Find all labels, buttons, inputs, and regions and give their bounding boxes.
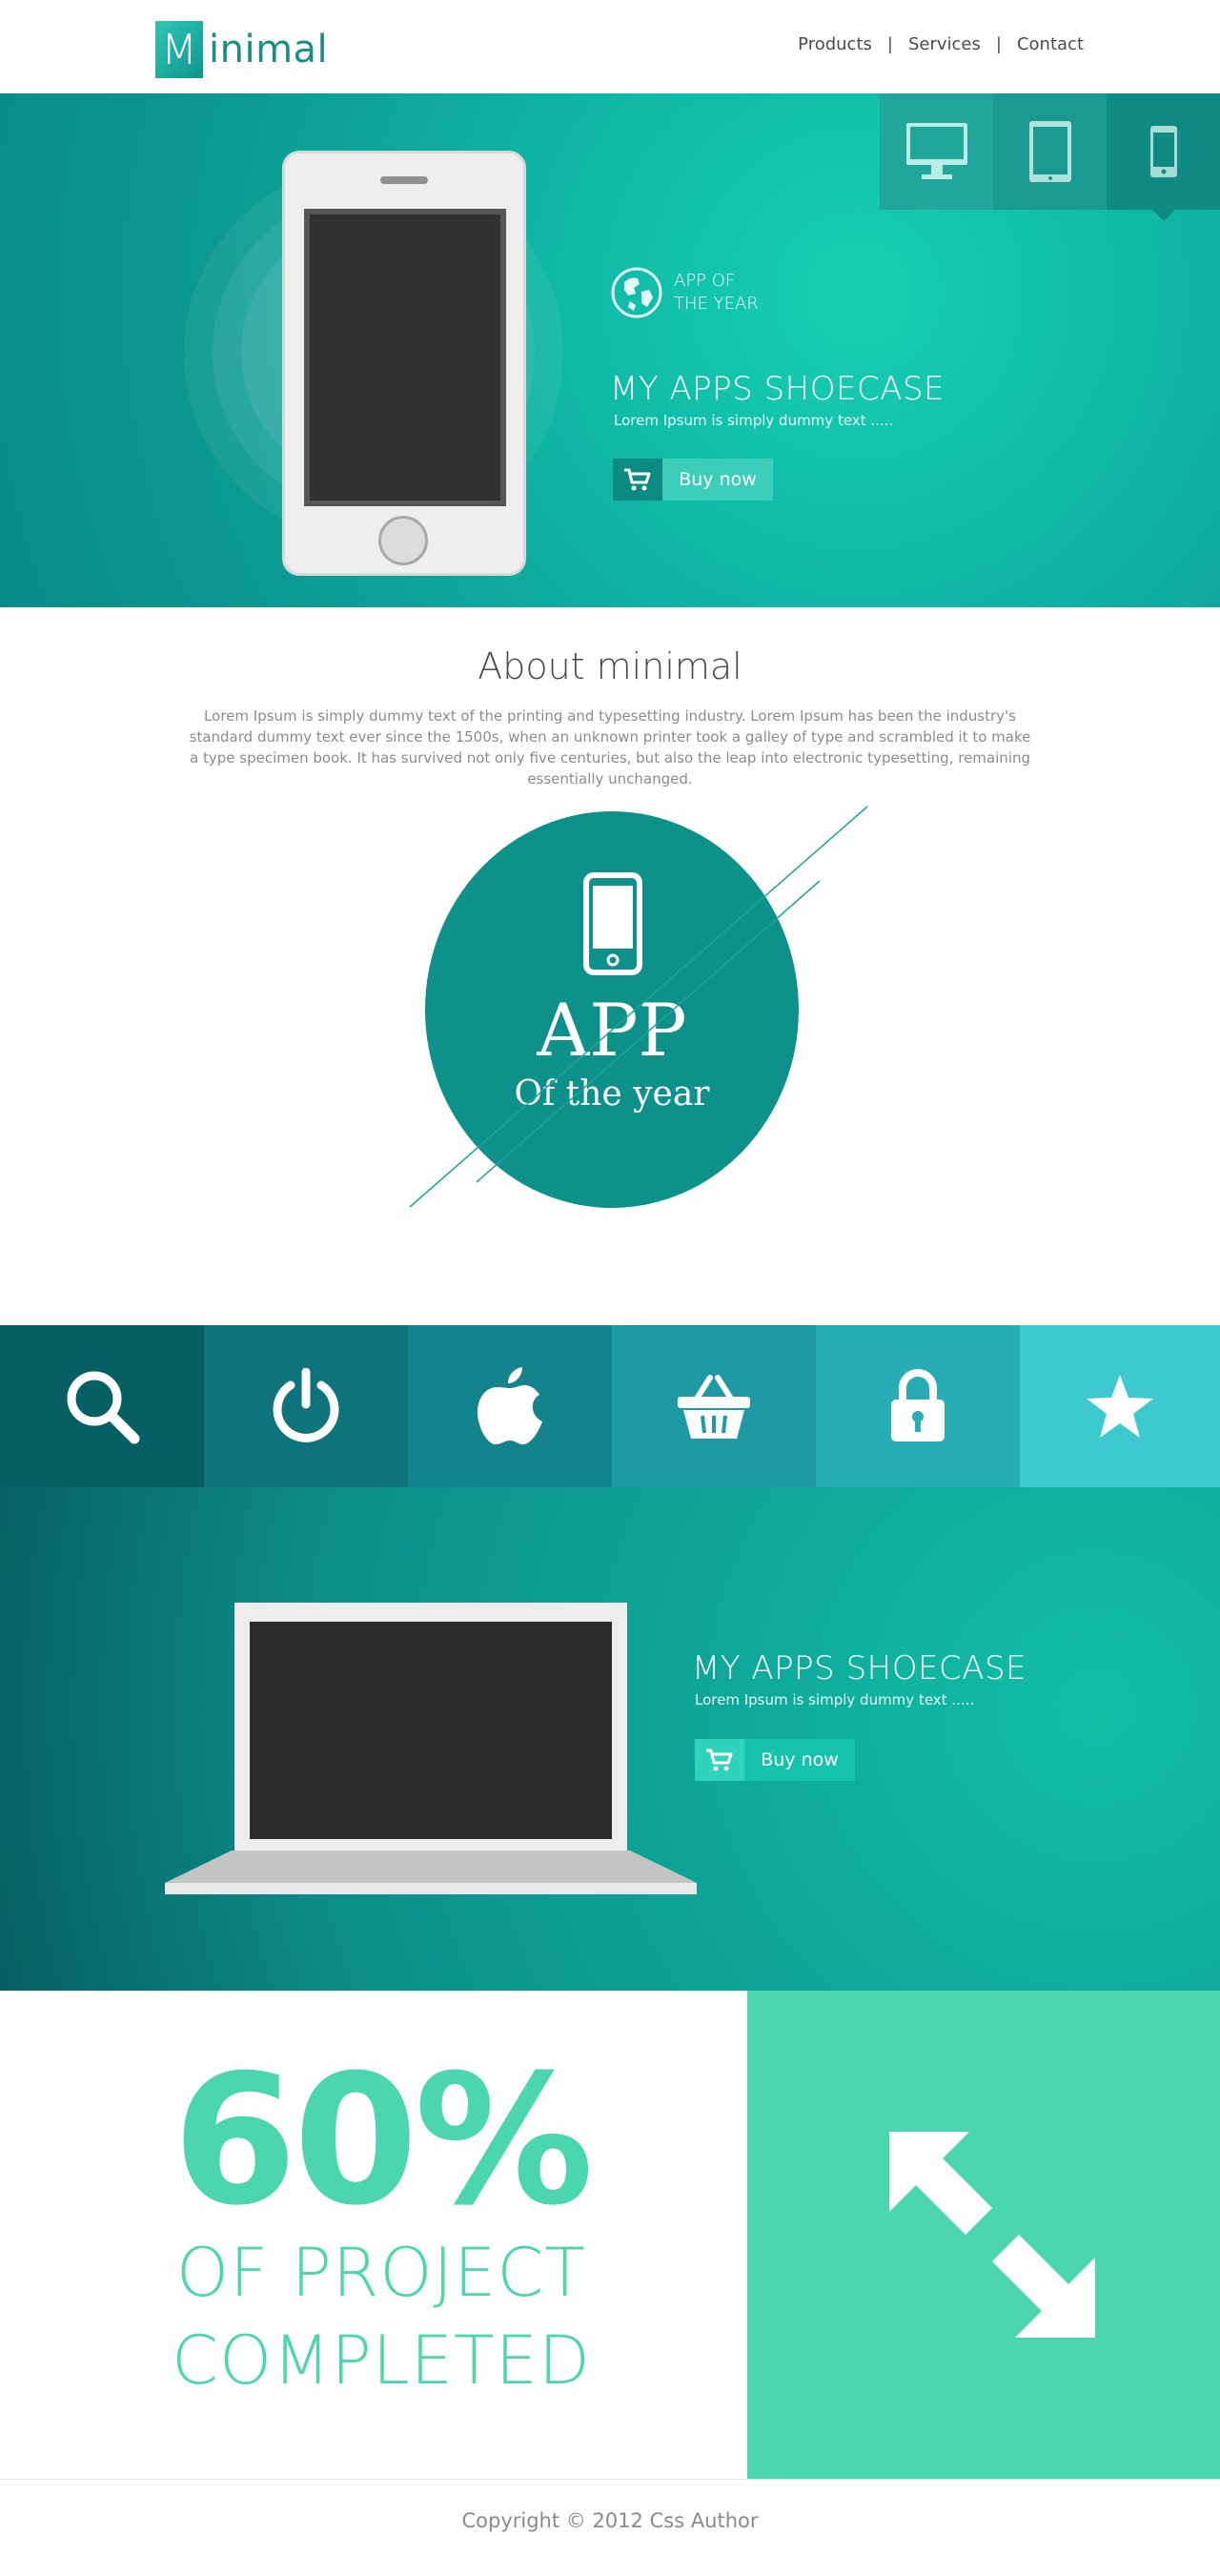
hero-buy-button[interactable]: Buy now	[613, 459, 773, 501]
footer-divider	[0, 2479, 1220, 2480]
logo[interactable]: M inimal	[155, 21, 328, 78]
lock-icon	[891, 1369, 945, 1441]
strip-star[interactable]	[1020, 1325, 1220, 1487]
cart-icon	[613, 459, 662, 501]
cart-icon	[695, 1739, 744, 1781]
basket-icon	[678, 1375, 750, 1439]
award-line-2: THE YEAR	[674, 294, 759, 314]
progress-panel: 60% OF PROJECT COMPLETED	[0, 1991, 747, 2479]
award-badge: APP OF THE YEAR	[611, 267, 759, 318]
star-icon	[1087, 1375, 1153, 1438]
desktop-icon	[905, 123, 967, 179]
phone-home-button	[378, 516, 428, 565]
apple-icon	[478, 1367, 542, 1444]
strip-apple[interactable]	[408, 1325, 612, 1487]
laptop-illustration	[234, 1603, 627, 1850]
strip-power[interactable]	[204, 1325, 408, 1487]
phone-screen	[304, 209, 506, 506]
laptop-buy-button[interactable]: Buy now	[695, 1739, 855, 1781]
power-icon	[273, 1368, 339, 1442]
award-line-1: APP OF	[674, 271, 736, 291]
hero-subtitle: Lorem Ipsum is simply dummy text .....	[614, 412, 894, 429]
laptop-base	[165, 1850, 697, 1894]
globe-icon	[611, 267, 662, 318]
footer-copyright: Copyright © 2012 Css Author	[461, 2509, 759, 2532]
strip-basket[interactable]	[612, 1325, 816, 1487]
nav-products[interactable]: Products	[798, 34, 872, 54]
strip-search[interactable]	[0, 1325, 204, 1487]
logo-text: inimal	[209, 28, 329, 72]
device-tabs	[880, 93, 1220, 221]
laptop-screen	[250, 1622, 612, 1839]
page: M inimal Products | Services | Contact A…	[0, 0, 1220, 2576]
tablet-icon	[1028, 121, 1071, 182]
expand-panel	[747, 1991, 1220, 2479]
tab-mobile[interactable]	[1107, 93, 1220, 221]
about-title: About minimal	[478, 645, 742, 687]
feature-icon-strip	[0, 1325, 1220, 1487]
nav-contact[interactable]: Contact	[1017, 34, 1084, 54]
phone-speaker	[380, 176, 428, 184]
buy-now-label: Buy now	[744, 1739, 855, 1781]
hero-section: APP OF THE YEAR MY APPS SHOECASE Lorem I…	[0, 93, 1220, 607]
progress-label-line-2: COMPLETED	[172, 2321, 591, 2400]
logo-mark: M	[155, 21, 203, 78]
nav-separator: |	[886, 34, 893, 54]
laptop-title: MY APPS SHOECASE	[692, 1649, 1027, 1687]
nav-services[interactable]: Services	[908, 34, 981, 54]
nav-separator: |	[995, 34, 1002, 54]
mobile-icon	[1149, 126, 1177, 177]
tab-tablet[interactable]	[993, 93, 1107, 210]
strip-lock[interactable]	[816, 1325, 1020, 1487]
badge-decorative-lines	[409, 806, 868, 1208]
laptop-subtitle: Lorem Ipsum is simply dummy text .....	[695, 1691, 975, 1708]
main-nav: Products | Services | Contact	[798, 34, 1084, 54]
progress-label-line-1: OF PROJECT	[175, 2234, 587, 2312]
expand-arrows-icon[interactable]	[885, 2128, 1099, 2341]
hero-title: MY APPS SHOECASE	[610, 370, 946, 408]
header: M inimal Products | Services | Contact	[0, 0, 1220, 93]
progress-percent: 60%	[173, 2036, 594, 2245]
tab-desktop[interactable]	[880, 93, 993, 210]
award-text: APP OF THE YEAR	[674, 270, 759, 316]
progress-label: OF PROJECT COMPLETED	[0, 2229, 762, 2404]
phone-illustration	[282, 151, 526, 576]
search-icon	[67, 1371, 140, 1444]
laptop-section: MY APPS SHOECASE Lorem Ipsum is simply d…	[0, 1487, 1220, 1991]
about-text: Lorem Ipsum is simply dummy text of the …	[189, 707, 1031, 787]
buy-now-label: Buy now	[662, 459, 773, 501]
